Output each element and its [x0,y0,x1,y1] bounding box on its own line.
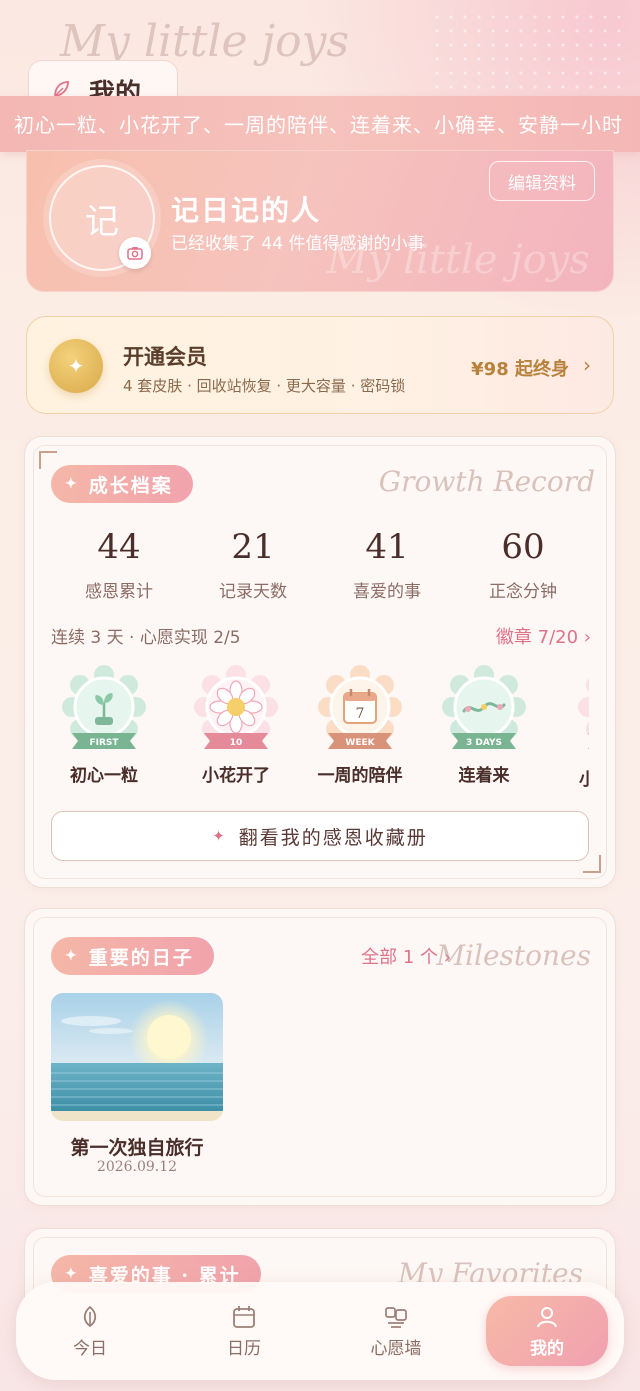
stat-value: 41 [365,527,409,567]
vip-subtitle: 4 套皮肤 · 回收站恢复 · 更大容量 · 密码锁 [123,377,406,395]
badge-label: 连着来 [458,766,510,786]
bottom-tab-bar: 今日 日历 心愿墙 我的 [16,1282,624,1380]
stat-favorites: 41 喜爱的事 [317,527,457,602]
corner-ornament [39,451,57,469]
sprout-badge-icon: FIRST [58,661,150,753]
stat-value: 21 [231,527,275,567]
badge-streak[interactable]: 3 DAYS 连着来 [429,661,539,786]
milestones-card: ✦ 重要的日子 全部 1 个 › Milestones 第一次独自旅行 2026… [24,908,616,1206]
stat-label: 正念分钟 [489,582,557,602]
calendar-day: 7 [356,706,365,722]
ribbon-text: FIRST [89,738,119,748]
edit-profile-button[interactable]: 编辑资料 [489,161,595,201]
corner-ornament [583,855,601,873]
milestones-pill: ✦ 重要的日子 [51,937,214,975]
chevron-right-icon: › [583,353,591,377]
badges-link-label: 徽章 7/20 [495,627,579,648]
badge-clip: 小 [555,661,589,791]
growth-pill: ✦ 成长档案 [51,465,193,503]
ribbon-text: 10 [230,738,243,748]
tab-calendar[interactable]: 日历 [184,1296,304,1366]
growth-pill-label: 成长档案 [88,474,173,497]
sparkle-icon: ✦ [49,339,103,393]
badge-label: 小 [579,770,589,790]
milestone-photo[interactable] [51,993,223,1121]
profile-name: 记日记的人 [171,194,322,227]
stat-gratitude: 44 感恩累计 [49,527,189,602]
flower-badge-icon [578,677,589,749]
tab-label: 日历 [227,1339,261,1359]
stat-value: 44 [97,527,141,567]
badge-flower[interactable]: 10 小花开了 [181,661,291,786]
sparkle-icon: ✦ [65,948,79,964]
achievement-marquee: 初心一粒、小花开了、一周的陪伴、连着来、小确幸、安静一小时 [0,96,640,152]
vip-price: ¥98 起终身 [471,359,569,380]
tab-label: 我的 [530,1339,564,1359]
stat-label: 感恩累计 [85,582,153,602]
sparkle-icon: ✦ [212,827,227,845]
calendar-icon [233,1306,255,1328]
stat-label: 喜爱的事 [353,582,421,602]
milestone-title: 第一次独自旅行 [70,1137,204,1159]
badges-link[interactable]: 徽章 7/20 › [496,623,591,649]
badge-label: 小花开了 [202,766,270,786]
sparkle-icon: ✦ [65,1266,79,1282]
flower-badge-icon: 10 [190,661,282,753]
stat-days: 21 记录天数 [183,527,323,602]
tab-label: 今日 [73,1339,107,1359]
profile-subtitle: 已经收集了 44 件值得感谢的小事 [171,234,425,254]
badge-week[interactable]: 7 WEEK 一周的陪伴 [305,661,415,786]
camera-icon[interactable] [119,237,151,269]
ribbon-text: WEEK [345,738,375,748]
vip-card[interactable]: ✦ 开通会员 4 套皮肤 · 回收站恢复 · 更大容量 · 密码锁 ¥98 起终… [26,316,614,414]
badge-label: 初心一粒 [70,766,138,786]
tab-label: 心愿墙 [370,1339,422,1359]
stat-value: 60 [501,527,545,567]
calendar-badge-icon: 7 WEEK [314,661,406,753]
tab-today[interactable]: 今日 [30,1296,150,1366]
milestones-link-label: 全部 1 个 [361,947,439,968]
ribbon-text: 3 DAYS [466,738,502,748]
growth-record-card: ✦ 成长档案 Growth Record 44 感恩累计 21 记录天数 41 … [24,436,616,888]
tab-wish-wall[interactable]: 心愿墙 [336,1296,456,1366]
milestones-pill-label: 重要的日子 [88,946,194,969]
milestones-script-text: Milestones [436,939,591,972]
badge-first[interactable]: FIRST 初心一粒 [49,661,159,786]
sparkle-icon: ✦ [65,476,79,492]
wish-wall-icon [385,1307,407,1328]
badge-label: 一周的陪伴 [317,766,403,786]
stat-label: 记录天数 [219,582,287,602]
user-icon [537,1307,557,1328]
badge-partial[interactable]: 小 [565,661,589,790]
view-collection-button[interactable]: ✦ 翻看我的感恩收藏册 [51,811,589,861]
profile-card: My little joys 记 记日记的人 已经收集了 44 件值得感谢的小事… [26,150,614,292]
wave-badge-icon: 3 DAYS [438,661,530,753]
tab-me[interactable]: 我的 [486,1296,608,1366]
streak-text: 连续 3 天 · 心愿实现 2/5 [51,628,241,648]
growth-script-text: Growth Record [378,465,595,498]
vip-title: 开通会员 [123,345,207,369]
chevron-right-icon: › [583,627,591,648]
milestone-date: 2026.09.12 [96,1159,178,1175]
marquee-text: 初心一粒、小花开了、一周的陪伴、连着来、小确幸、安静一小时 [14,113,623,137]
leaf-icon [83,1305,97,1328]
stat-mindfulness: 60 正念分钟 [453,527,593,602]
collection-button-label: 翻看我的感恩收藏册 [238,826,428,849]
